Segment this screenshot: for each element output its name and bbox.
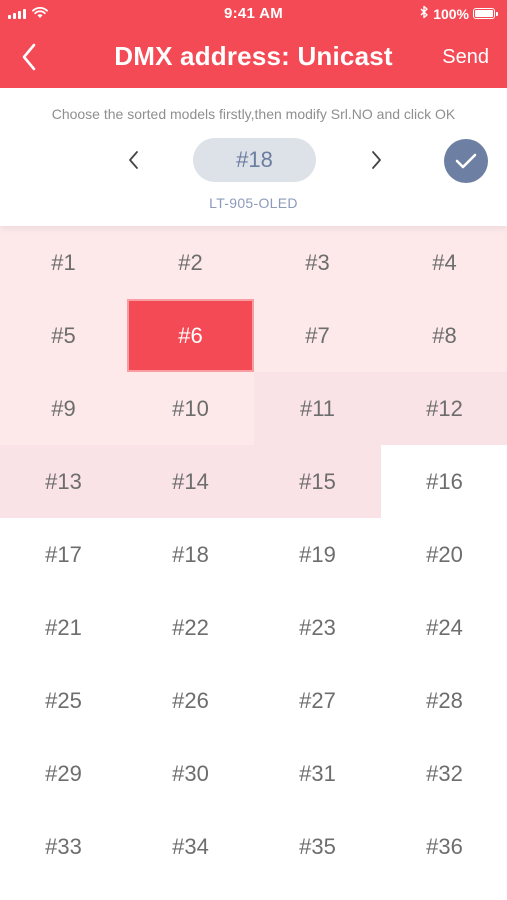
selected-address-pill[interactable]: #18 (193, 138, 316, 182)
address-cell[interactable]: #5 (0, 299, 127, 372)
status-bar: 9:41 AM 100% (0, 0, 507, 30)
address-cell[interactable]: #8 (381, 299, 507, 372)
address-cell[interactable]: #7 (254, 299, 381, 372)
next-button[interactable] (362, 146, 390, 174)
address-cell[interactable]: #11 (254, 372, 381, 445)
address-cell[interactable]: #30 (127, 737, 254, 810)
address-cell[interactable]: #19 (254, 518, 381, 591)
battery-fill (475, 10, 493, 17)
confirm-ok-button[interactable] (444, 139, 488, 183)
address-cell[interactable]: #3 (254, 226, 381, 299)
send-button[interactable]: Send (442, 46, 489, 69)
address-grid: #1 #2 #3 #4 #5 #6 #7 #8 #9 #10 #11 #12 #13 #14 #15 #16 #… (0, 226, 507, 900)
address-cell[interactable]: #36 (381, 810, 507, 883)
address-cell[interactable]: #26 (127, 664, 254, 737)
address-cell[interactable]: #31 (254, 737, 381, 810)
address-cell[interactable]: #1 (0, 226, 127, 299)
battery-percent: 100% (433, 5, 469, 22)
bluetooth-icon (420, 5, 429, 22)
address-cell[interactable]: #35 (254, 810, 381, 883)
address-cell[interactable]: #14 (127, 445, 254, 518)
address-cell[interactable]: #10 (127, 372, 254, 445)
address-cell[interactable]: #24 (381, 591, 507, 664)
address-cell[interactable]: #15 (254, 445, 381, 518)
address-cell[interactable]: #4 (381, 226, 507, 299)
address-cell[interactable]: #23 (254, 591, 381, 664)
previous-button[interactable] (120, 146, 148, 174)
address-cell[interactable]: #21 (0, 591, 127, 664)
address-cell[interactable]: #32 (381, 737, 507, 810)
chevron-right-icon (372, 151, 381, 169)
address-control-panel: Choose the sorted models firstly,then mo… (0, 88, 507, 226)
address-cell[interactable]: #33 (0, 810, 127, 883)
address-cell[interactable]: #29 (0, 737, 127, 810)
address-cell[interactable]: #2 (127, 226, 254, 299)
address-cell[interactable]: #13 (0, 445, 127, 518)
address-cell[interactable]: #9 (0, 372, 127, 445)
address-cell[interactable]: #34 (127, 810, 254, 883)
page-title: DMX address: Unicast (114, 41, 393, 71)
checkmark-icon (455, 153, 477, 169)
battery-icon (473, 8, 498, 19)
address-cell[interactable]: #20 (381, 518, 507, 591)
chevron-left-icon (129, 151, 138, 169)
header-bar: 9:41 AM 100% DMX address: Unicast Send (0, 0, 507, 88)
address-cell-selected[interactable]: #6 (127, 299, 254, 372)
address-cell[interactable]: #25 (0, 664, 127, 737)
address-cell[interactable]: #17 (0, 518, 127, 591)
address-cell[interactable]: #18 (127, 518, 254, 591)
status-right-group: 100% (420, 5, 498, 22)
model-name-label: LT-905-OLED (209, 195, 298, 211)
address-cell[interactable]: #12 (381, 372, 507, 445)
address-cell[interactable]: #27 (254, 664, 381, 737)
address-cell[interactable]: #16 (381, 445, 507, 518)
address-cell[interactable]: #22 (127, 591, 254, 664)
instruction-text: Choose the sorted models firstly,then mo… (51, 106, 456, 122)
address-cell[interactable]: #28 (381, 664, 507, 737)
